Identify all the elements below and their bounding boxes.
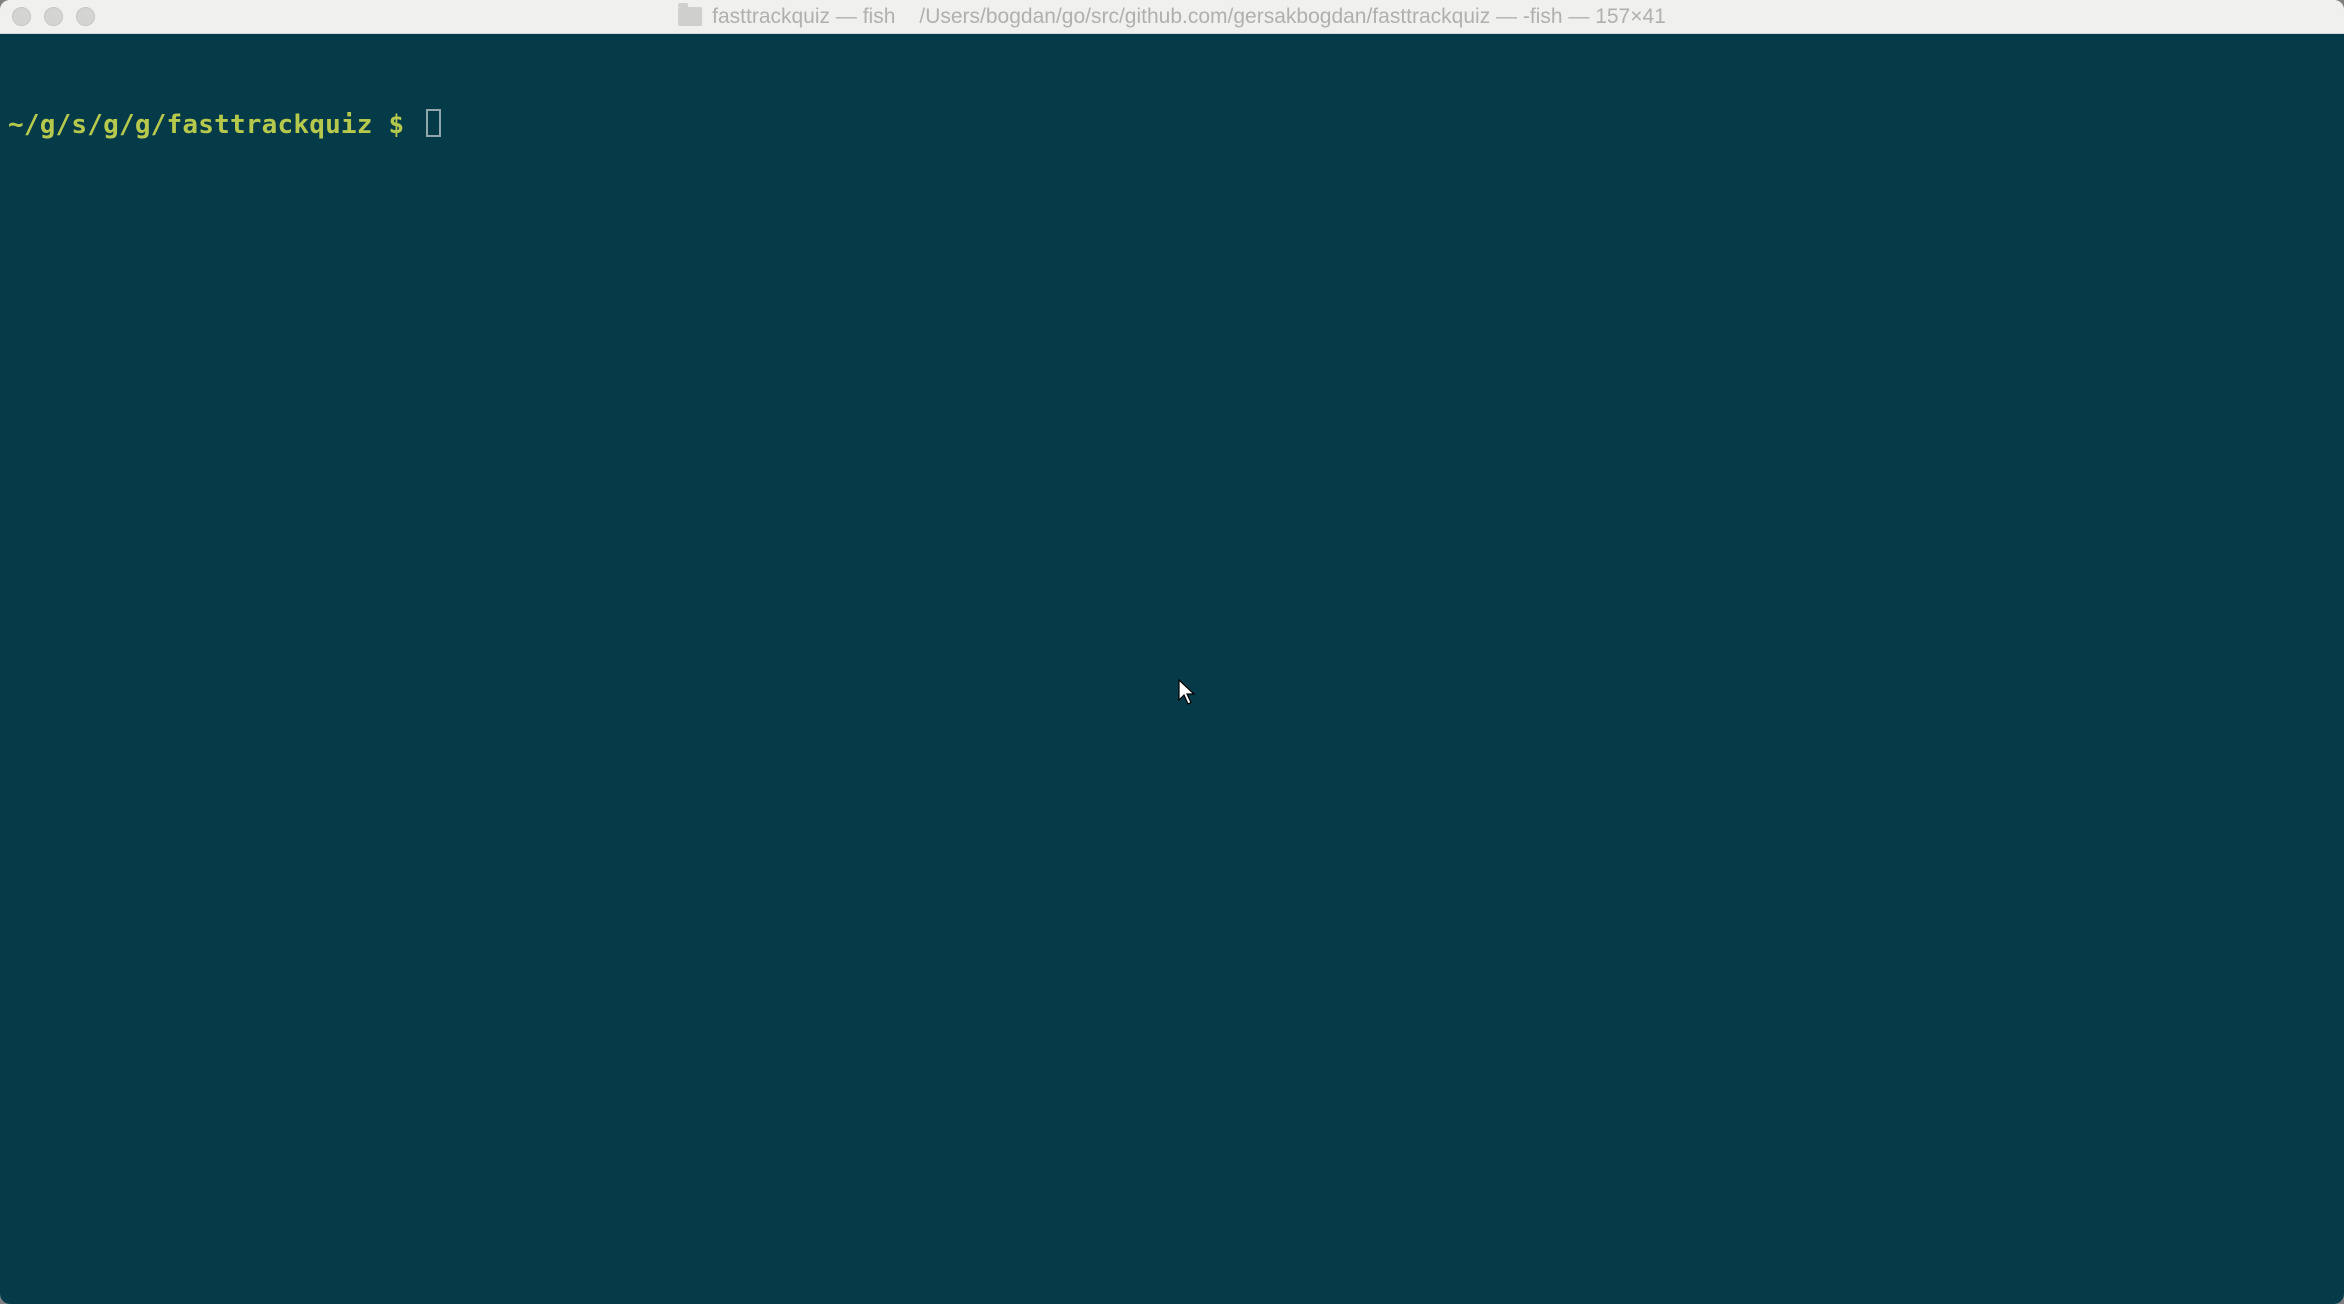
maximize-button[interactable] [76,7,95,26]
window-title-path: /Users/bogdan/go/src/github.com/gersakbo… [919,5,1665,29]
window-title-app: fasttrackquiz — fish [712,5,895,29]
window-title: fasttrackquiz — fish /Users/bogdan/go/sr… [678,5,1666,29]
close-button[interactable] [12,7,31,26]
mouse-pointer-icon [1178,679,1198,707]
traffic-lights [12,7,95,26]
prompt-line: ~/g/s/g/g/fasttrackquiz $ [8,105,2336,142]
prompt-path: ~/g/s/g/g/fasttrackquiz [8,109,373,142]
text-cursor [426,109,441,137]
folder-icon [678,7,702,26]
terminal-window: fasttrackquiz — fish /Users/bogdan/go/sr… [0,0,2344,1304]
window-titlebar[interactable]: fasttrackquiz — fish /Users/bogdan/go/sr… [0,0,2344,34]
terminal-area[interactable]: ~/g/s/g/g/fasttrackquiz $ [0,34,2344,1304]
prompt-symbol: $ [373,109,421,142]
minimize-button[interactable] [44,7,63,26]
